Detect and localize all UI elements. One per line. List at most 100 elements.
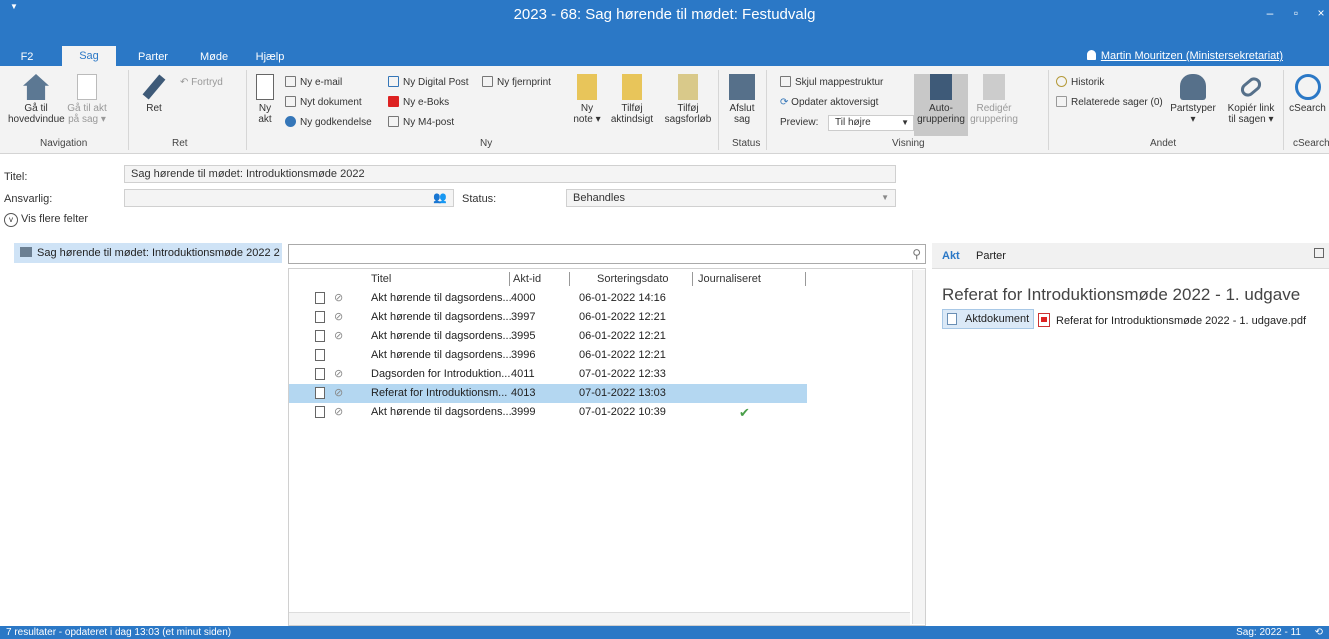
pdf-link[interactable]: Referat for Introduktionsmøde 2022 - 1. … [1038,313,1306,327]
title-bar: ▼ 2023 - 68: Sag hørende til mødet: Fest… [0,0,1329,30]
goto-main-button[interactable]: Gå til hovedvindue [8,74,65,125]
new-email-button[interactable]: Ny e-mail [285,76,342,90]
maximize-button[interactable]: ▫ [1288,5,1304,21]
minimize-button[interactable]: – [1262,5,1278,21]
new-note-button[interactable]: Ny note ▾ [568,74,606,125]
col-id-header[interactable]: Akt-id [513,273,541,285]
people-picker-icon[interactable]: 👥 [433,190,447,206]
column-divider[interactable] [569,272,570,286]
aktdokument-button[interactable]: Aktdokument [942,309,1035,329]
col-date-header[interactable]: Sorteringsdato [597,273,669,285]
col-journal-header[interactable]: Journaliseret [698,273,761,285]
update-overview-button[interactable]: ⟳ Opdater aktoversigt [780,96,878,110]
hide-folders-button[interactable]: Skjul mappestruktur [780,76,883,90]
new-act-button[interactable]: Ny akt [252,74,278,125]
new-remote-print-label: Ny fjernprint [497,77,551,88]
tab-f2[interactable]: F2 [14,48,40,66]
new-document-button[interactable]: Nyt dokument [285,96,362,110]
document-icon [947,313,957,325]
preview-tabs: Akt Parter [932,243,1329,269]
party-types-button[interactable]: Partstyper ▾ [1166,74,1220,125]
undo-label: Fortryd [191,77,223,88]
tab-akt[interactable]: Akt [942,250,960,262]
status-bar: 7 resultater - opdateret i dag 13:03 (et… [0,626,1329,639]
responsible-field[interactable]: 👥 [124,189,454,207]
row-date: 06-01-2022 12:21 [579,311,666,323]
copy-link-button[interactable]: Kopiér link til sagen ▾ [1222,74,1280,125]
search-input[interactable]: ⚲ [288,244,926,264]
table-row[interactable]: ⊘ Akt hørende til dagsordens... 3999 07-01-… [289,403,807,422]
related-cases-button[interactable]: Relaterede sager (0) [1056,96,1163,110]
attachment-icon: ⊘ [334,330,344,342]
popout-icon[interactable] [1314,248,1324,258]
new-digital-post-button[interactable]: Ny Digital Post [388,76,469,90]
close-case-button[interactable]: Afslut sag [722,74,762,125]
new-document-label: Nyt dokument [300,97,362,108]
new-remote-print-button[interactable]: Ny fjernprint [482,76,551,90]
attachment-icon: ⊘ [334,311,344,323]
clipboard-icon [678,74,698,100]
more-fields-toggle[interactable]: v Vis flere felter [4,213,88,227]
auto-group-button[interactable]: Auto- gruppering [914,74,968,136]
auto-group-label: Auto- gruppering [917,103,965,125]
table-row[interactable]: Akt hørende til dagsordens... 3996 06-01-2… [289,346,807,365]
new-email-label: Ny e-mail [300,77,343,88]
title-field[interactable]: Sag hørende til mødet: Introduktionsmøde… [124,165,896,183]
tab-sag[interactable]: Sag [62,46,116,66]
horizontal-scrollbar[interactable] [289,612,910,625]
new-eboks-label: Ny e-Boks [403,97,450,108]
preview-select[interactable]: Til højre ▼ [828,115,914,131]
vertical-scrollbar[interactable] [912,270,925,624]
edit-button[interactable]: Ret [134,74,174,114]
table-row[interactable]: ⊘ Akt hørende til dagsordens... 4000 06-01-… [289,289,807,308]
goto-case-button[interactable]: Gå til akt på sag ▾ [62,74,112,125]
group-csearch-label: cSearch [1293,138,1329,149]
tab-parter[interactable]: Parter [976,250,1006,262]
csearch-icon [1294,74,1321,100]
column-divider[interactable] [692,272,693,286]
tab-parter[interactable]: Parter [132,48,174,66]
new-approval-button[interactable]: Ny godkendelse [285,116,372,130]
related-icon [1056,96,1067,107]
undo-button[interactable]: ↶ Fortryd [180,76,223,90]
act-grid: Titel Akt-id Sorteringsdato Journalisere… [288,268,926,626]
close-button[interactable]: × [1313,5,1329,21]
new-m4-button[interactable]: Ny M4-post [388,116,454,130]
document-icon [315,292,325,304]
tree-item-case[interactable]: Sag hørende til mødet: Introduktionsmøde… [14,243,282,263]
user-link[interactable]: Martin Mouritzen (Ministersekretariat) [1086,50,1283,62]
tab-moede[interactable]: Møde [194,48,234,66]
table-row-selected[interactable]: ⊘ Referat for Introduktionsm... 4013 07-01-… [289,384,807,403]
add-insight-button[interactable]: Tilføj aktindsigt [606,74,658,125]
document-icon [315,330,325,342]
ribbon-separator [1283,70,1284,150]
preview-label: Preview: [780,117,819,128]
email-icon [285,76,296,87]
col-title-header[interactable]: Titel [371,273,391,285]
table-row[interactable]: ⊘ Akt hørende til dagsordens... 3997 06-01-… [289,308,807,327]
new-digital-post-label: Ny Digital Post [403,77,469,88]
digital-post-icon [388,76,399,87]
ribbon-tabs: F2 Sag Parter Møde Hjælp Martin Mouritze… [0,30,1329,66]
search-icon[interactable]: ⚲ [912,247,921,261]
table-row[interactable]: ⊘ Dagsorden for Introduktion... 4011 07-01-… [289,365,807,384]
column-divider[interactable] [509,272,510,286]
table-row[interactable]: ⊘ Akt hørende til dagsordens... 3995 06-01-… [289,327,807,346]
edit-group-button[interactable]: Redigér gruppering [968,74,1020,125]
document-icon [315,406,325,418]
status-text: 7 resultater - opdateret i dag 13:03 (et… [6,627,232,638]
row-id: 3995 [511,330,536,342]
history-button[interactable]: Historik [1056,76,1104,90]
add-flow-button[interactable]: Tilføj sagsforløb [662,74,714,125]
column-divider[interactable] [805,272,806,286]
group-ret-label: Ret [172,138,188,149]
window-title: 2023 - 68: Sag hørende til mødet: Festud… [513,6,816,23]
tab-hjaelp[interactable]: Hjælp [252,48,288,66]
new-eboks-button[interactable]: Ny e-Boks [388,96,449,110]
document-icon [315,368,325,380]
new-act-label: Ny akt [258,103,272,125]
preview-value: Til højre [835,117,871,128]
status-select[interactable]: Behandles ▼ [566,189,896,207]
csearch-button[interactable]: cSearch [1286,74,1329,114]
sync-icon[interactable]: ⟲ [1315,626,1323,639]
